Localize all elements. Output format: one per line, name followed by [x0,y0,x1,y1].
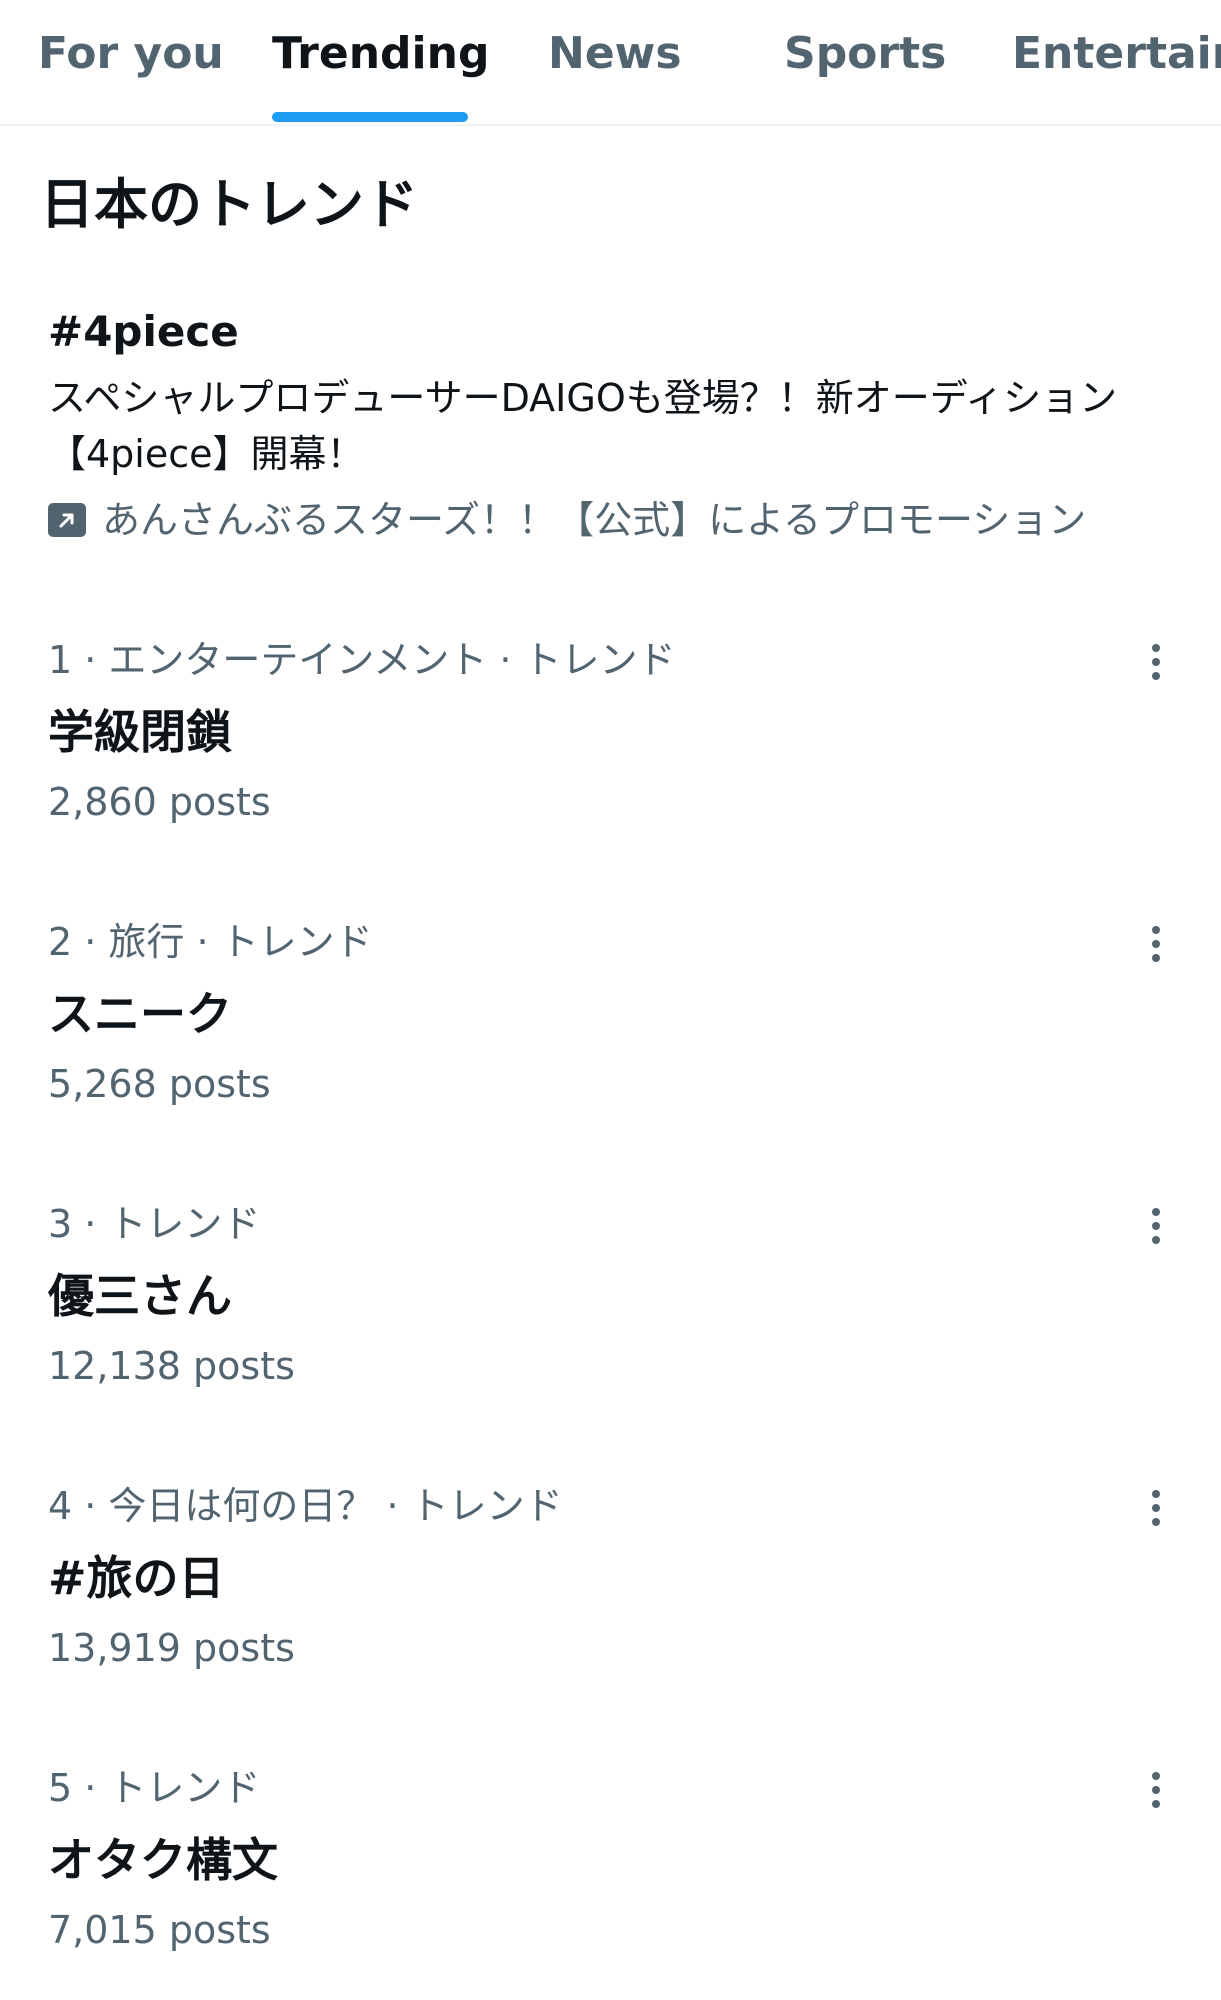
promoted-trend-tag: #4piece [48,307,239,356]
trend-post-count: 13,919 posts [48,1626,295,1670]
trend-meta: 2 · 旅行 · トレンド [48,920,373,964]
trend-item[interactable]: 2 · 旅行 · トレンド スニーク 5,268 posts [48,914,1178,1144]
more-options-icon[interactable] [1134,1486,1178,1530]
trend-item[interactable]: 5 · トレンド オタク構文 7,015 posts [48,1760,1178,1990]
section-title: 日本のトレンド [40,173,418,236]
trend-post-count: 5,268 posts [48,1062,271,1106]
trend-name: スニーク [48,987,232,1041]
trend-meta: 1 · エンターテインメント · トレンド [48,638,676,682]
trend-meta: 4 · 今日は何の日？ · トレンド [48,1484,563,1528]
more-options-icon[interactable] [1134,640,1178,684]
trend-item[interactable]: 4 · 今日は何の日？ · トレンド #旅の日 13,919 posts [48,1478,1178,1708]
promoted-trend[interactable]: #4piece スペシャルプロデューサーDAIGOも登場？！新オーディション【4… [48,300,1188,550]
more-options-icon[interactable] [1134,1204,1178,1248]
more-options-icon[interactable] [1134,1768,1178,1812]
trend-item[interactable]: 1 · エンターテインメント · トレンド 学級閉鎖 2,860 posts [48,632,1178,862]
promoted-by-row: あんさんぶるスターズ！！【公式】によるプロモーション [48,490,1188,550]
tab-news[interactable]: News [548,28,682,79]
trend-item[interactable]: 3 · トレンド 優三さん 12,138 posts [48,1196,1178,1426]
trend-meta: 5 · トレンド [48,1766,261,1810]
promoted-arrow-icon [48,503,86,537]
promoted-by-label: あんさんぶるスターズ！！【公式】によるプロモーション [102,498,1087,542]
tab-trending[interactable]: Trending [272,28,489,79]
trend-post-count: 2,860 posts [48,780,271,824]
tab-for-you[interactable]: For you [38,28,224,79]
tab-entertainment[interactable]: Entertain [1012,28,1221,79]
tab-bar: For you Trending News Sports Entertain [0,0,1221,126]
trend-name: 学級閉鎖 [48,705,232,759]
more-options-icon[interactable] [1134,922,1178,966]
trend-post-count: 7,015 posts [48,1908,271,1952]
trend-name: オタク構文 [48,1833,278,1887]
active-tab-indicator [272,112,468,122]
trend-name: #旅の日 [48,1551,225,1605]
promoted-trend-description: スペシャルプロデューサーDAIGOも登場？！新オーディション【4piece】開幕… [48,376,1118,476]
trend-name: 優三さん [48,1269,232,1323]
trend-post-count: 12,138 posts [48,1344,295,1388]
trend-meta: 3 · トレンド [48,1202,261,1246]
tab-sports[interactable]: Sports [784,28,946,79]
